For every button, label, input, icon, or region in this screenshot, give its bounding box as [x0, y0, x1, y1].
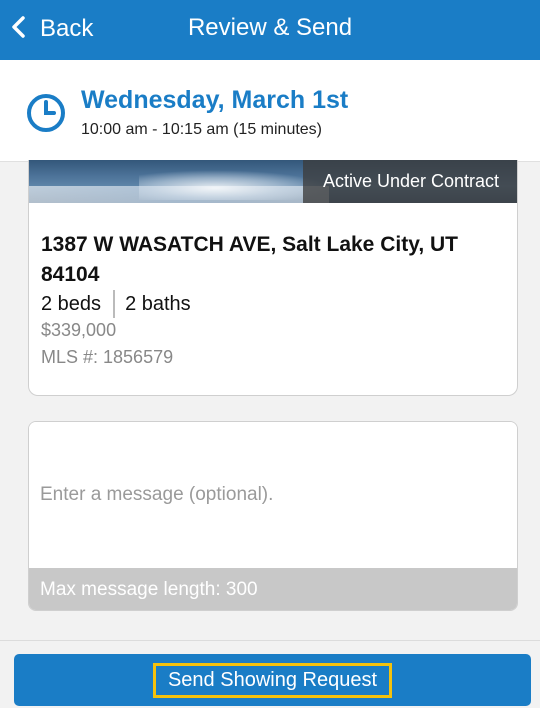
send-button-label: Send Showing Request — [167, 668, 378, 691]
max-length-note: Max message length: 300 — [29, 568, 517, 610]
send-showing-request-button[interactable]: Send Showing Request — [14, 654, 531, 706]
page-title: Review & Send — [187, 14, 353, 41]
beds-count: 2 beds — [41, 292, 102, 315]
message-input[interactable] — [29, 422, 517, 570]
photo-snow-patch — [139, 170, 329, 200]
appointment-time: 10:00 am - 10:15 am (15 minutes) — [81, 121, 323, 138]
top-nav-bar: Back Review & Send — [0, 0, 540, 60]
divider — [0, 640, 540, 641]
listing-price: $339,000 — [41, 320, 117, 340]
status-badge: Active Under Contract — [303, 160, 517, 203]
listing-card[interactable]: Active Under Contract 1387 W WASATCH AVE… — [28, 160, 518, 396]
listing-photo: Active Under Contract — [29, 160, 517, 203]
listing-address: 1387 W WASATCH AVE, Salt Lake City, UT 8… — [41, 233, 458, 286]
message-panel: Max message length: 300 — [28, 421, 518, 611]
appointment-summary: Wednesday, March 1st 10:00 am - 10:15 am… — [0, 60, 540, 162]
button-highlight: Send Showing Request — [152, 662, 393, 698]
listing-mls: MLS #: 1856579 — [41, 347, 174, 367]
divider — [113, 290, 116, 318]
baths-count: 2 baths — [125, 292, 191, 315]
beds-baths: 2 beds 2 baths — [41, 290, 191, 318]
clock-icon — [26, 93, 66, 133]
appointment-date: Wednesday, March 1st — [81, 86, 349, 114]
